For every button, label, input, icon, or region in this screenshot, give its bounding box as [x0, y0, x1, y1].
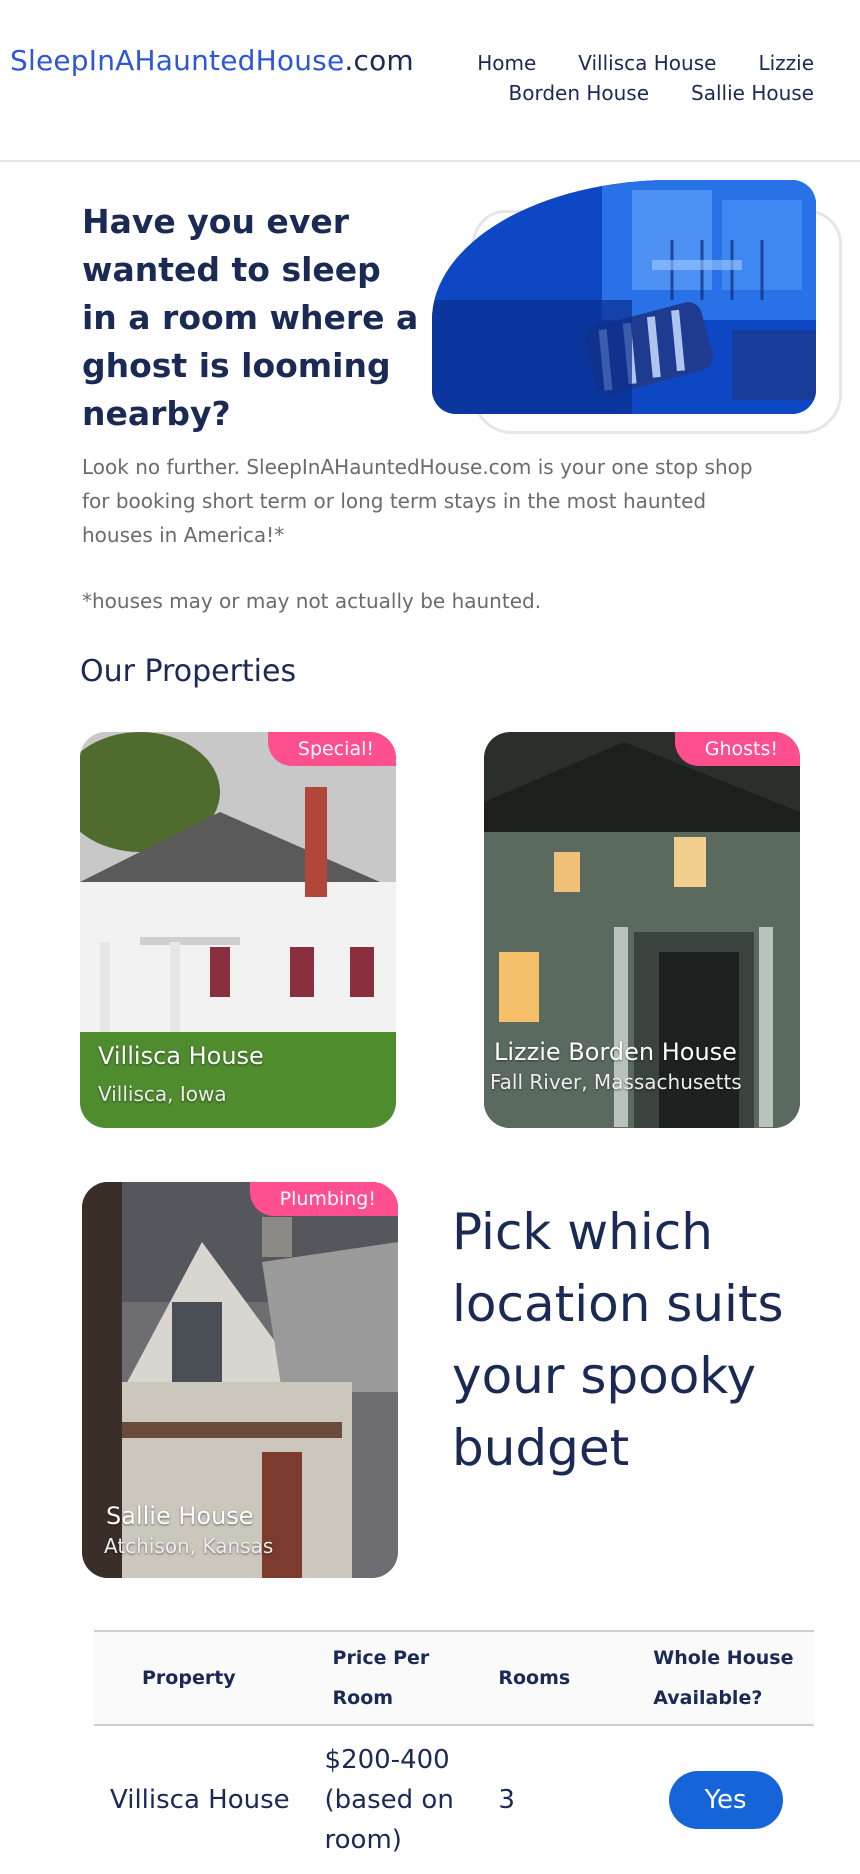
column-header-property: Property — [142, 1667, 236, 1689]
cell-whole-house: Yes — [637, 1725, 814, 1874]
nav-lizzie-borden-house-cont[interactable]: Borden House — [508, 78, 649, 108]
intro-text: Look no further. SleepInAHauntedHouse.co… — [82, 455, 753, 547]
table-row: Villisca House $200-400 (based on room) … — [94, 1725, 814, 1874]
property-card-villisca[interactable]: Special! Villisca House Villisca, Iowa — [80, 732, 396, 1128]
column-header-whole-house: Whole House Available? — [653, 1647, 794, 1709]
main-nav: Home Villisca House Lizzie Borden House … — [454, 48, 814, 108]
nav-villisca-house[interactable]: Villisca House — [578, 48, 716, 78]
site-header: SleepInAHauntedHouse.com Home Villisca H… — [0, 0, 860, 162]
card-location: Atchison, Kansas — [104, 1534, 274, 1558]
card-badge-ghosts: Ghosts! — [674, 732, 800, 766]
whole-house-yes-button[interactable]: Yes — [668, 1771, 783, 1829]
disclaimer-text: *houses may or may not actually be haunt… — [82, 589, 542, 613]
card-badge-plumbing: Plumbing! — [249, 1182, 398, 1216]
lizzie-borden-house-photo — [484, 732, 800, 1128]
properties-section-title: Our Properties — [80, 654, 297, 689]
site-logo[interactable]: SleepInAHauntedHouse.com — [10, 44, 414, 77]
nav-home[interactable]: Home — [477, 48, 536, 78]
table-header-row: Property Price Per Room Rooms Whole Hous… — [94, 1631, 814, 1725]
column-header-price: Price Per Room — [332, 1647, 430, 1709]
hero-title: Have you ever wanted to sleep in a room … — [82, 202, 419, 433]
cell-property: Villisca House — [110, 1785, 290, 1815]
column-header-rooms: Rooms — [498, 1667, 571, 1689]
property-card-lizzie-borden[interactable]: Ghosts! Lizzie Borden House Fall River, … — [484, 732, 800, 1128]
nav-sallie-house[interactable]: Sallie House — [691, 78, 814, 108]
cell-rooms: 3 — [498, 1785, 515, 1815]
cell-price: $200-400 (based on room) — [324, 1745, 454, 1855]
card-location: Villisca, Iowa — [98, 1082, 227, 1106]
pick-location-heading: Pick which location suits your spooky bu… — [452, 1203, 784, 1477]
nav-lizzie-borden-house[interactable]: Lizzie — [758, 48, 814, 78]
card-title: Sallie House — [106, 1502, 254, 1530]
card-badge-special: Special! — [267, 732, 396, 766]
brand-tld: .com — [344, 44, 414, 77]
card-title: Villisca House — [98, 1042, 264, 1070]
card-location: Fall River, Massachusetts — [490, 1070, 742, 1094]
pricing-table: Property Price Per Room Rooms Whole Hous… — [94, 1630, 814, 1874]
brand-name: SleepInAHauntedHouse — [10, 44, 345, 77]
property-card-sallie[interactable]: Plumbing! Sallie House Atchison, Kansas — [82, 1182, 398, 1578]
card-title: Lizzie Borden House — [494, 1038, 737, 1066]
